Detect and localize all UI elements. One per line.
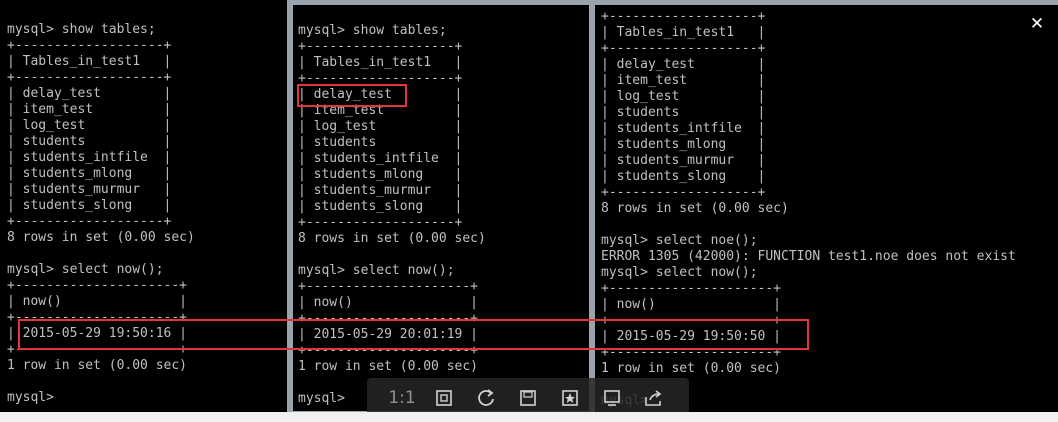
terminal-line: | log_test |	[298, 119, 463, 134]
terminal-line: +---------------------+	[601, 281, 782, 296]
rotate-icon[interactable]	[472, 384, 500, 412]
terminal-line: | Tables_in_test1 |	[601, 25, 766, 40]
terminal-line: | item_test |	[601, 73, 766, 88]
terminal-line: mysql> show tables;	[7, 22, 156, 37]
terminal-output-2: mysql> show tables; +-------------------+…	[298, 23, 486, 407]
save-icon[interactable]	[514, 384, 542, 412]
terminal-line: | now() |	[7, 294, 188, 309]
terminal-line: | students_slong |	[601, 169, 766, 184]
terminal-line: | 2015-05-29 20:01:19 |	[298, 327, 479, 342]
terminal-line: | now() |	[298, 295, 479, 310]
terminal-line: | delay_test |	[601, 57, 766, 72]
terminal-line: +-------------------+	[7, 214, 172, 229]
terminal-line: +-------------------+	[601, 41, 766, 56]
terminal-line: | students |	[298, 135, 463, 150]
terminal-line: +---------------------+	[298, 343, 479, 358]
terminal-line: +-------------------+	[298, 71, 463, 86]
terminal-line: +-------------------+	[7, 70, 172, 85]
terminal-line: mysql> select now();	[298, 263, 455, 278]
fit-screen-icon[interactable]	[430, 384, 458, 412]
terminal-output-3: +-------------------+ | Tables_in_test1 |…	[601, 9, 1016, 409]
terminal-line: +---------------------+	[7, 342, 188, 357]
terminal-window-2[interactable]: mysql> show tables; +-------------------+…	[290, 0, 592, 414]
terminal-line: | students_mlong |	[601, 137, 766, 152]
terminal-line: | Tables_in_test1 |	[7, 54, 172, 69]
close-icon[interactable]: ✕	[1026, 13, 1048, 35]
terminal-line: | students |	[601, 105, 766, 120]
terminal-line: +-------------------+	[298, 39, 463, 54]
terminal-line: | students_murmur |	[601, 153, 766, 168]
terminal-prompt[interactable]: mysql>	[7, 390, 195, 406]
terminal-line: | students_mlong |	[7, 166, 172, 181]
terminal-line: +---------------------+	[7, 310, 188, 325]
terminal-line: | Tables_in_test1 |	[298, 55, 463, 70]
terminal-line: +-------------------+	[601, 9, 766, 24]
terminal-line: 1 row in set (0.00 sec)	[601, 361, 782, 376]
favorite-icon[interactable]	[556, 384, 584, 412]
terminal-line: mysql> show tables;	[298, 23, 447, 38]
terminal-line: 8 rows in set (0.00 sec)	[298, 231, 486, 246]
terminal-line: | delay_test |	[7, 86, 172, 101]
share-icon[interactable]	[640, 384, 668, 412]
terminal-line: +-------------------+	[298, 215, 463, 230]
terminal-line: mysql> select now();	[601, 265, 758, 280]
terminal-line: +---------------------+	[298, 279, 479, 294]
terminal-window-1[interactable]: mysql> show tables; +-------------------+…	[0, 0, 290, 412]
terminal-line: | students_intfile |	[298, 151, 463, 166]
terminal-line: | students_intfile |	[7, 150, 172, 165]
terminal-line: | now() |	[601, 297, 782, 312]
terminal-line: 8 rows in set (0.00 sec)	[601, 201, 789, 216]
slideshow-icon[interactable]	[598, 384, 626, 412]
terminal-line: 8 rows in set (0.00 sec)	[7, 230, 195, 245]
terminal-line: | students_murmur |	[298, 183, 463, 198]
terminal-line: +---------------------+	[7, 278, 188, 293]
terminal-line: +---------------------+	[298, 311, 479, 326]
terminal-line: | students_mlong |	[298, 167, 463, 182]
terminal-line: | students_murmur |	[7, 182, 172, 197]
terminal-line: | students_intfile |	[601, 121, 766, 136]
terminal-line: | 2015-05-29 19:50:50 |	[601, 329, 782, 344]
terminal-line: | students_slong |	[7, 198, 172, 213]
terminal-line: +---------------------+	[601, 313, 782, 328]
terminal-line: | 2015-05-29 19:50:16 |	[7, 326, 188, 341]
page-background-strip	[0, 412, 1058, 422]
terminal-line: | log_test |	[7, 118, 172, 133]
terminal-line: +-------------------+	[601, 185, 766, 200]
terminal-line: +-------------------+	[7, 38, 172, 53]
terminal-line: +---------------------+	[601, 345, 782, 360]
terminal-line: | students_slong |	[298, 199, 463, 214]
terminal-window-3[interactable]: +-------------------+ | Tables_in_test1 |…	[592, 0, 1058, 412]
terminal-output-1: mysql> show tables; +-------------------+…	[7, 22, 195, 406]
actual-size-button[interactable]: 1:1	[388, 384, 416, 412]
terminal-line: mysql> select noe();	[601, 233, 758, 248]
terminal-line: mysql> select now();	[7, 262, 164, 277]
terminal-line: ERROR 1305 (42000): FUNCTION test1.noe d…	[601, 249, 1016, 264]
terminal-line: | item_test |	[298, 103, 463, 118]
terminal-line: | item_test |	[7, 102, 172, 117]
terminal-line: | students |	[7, 134, 172, 149]
terminal-line: 1 row in set (0.00 sec)	[7, 358, 188, 373]
terminal-line: 1 row in set (0.00 sec)	[298, 359, 479, 374]
terminal-line: | delay_test |	[298, 87, 463, 102]
terminal-line: | log_test |	[601, 89, 766, 104]
